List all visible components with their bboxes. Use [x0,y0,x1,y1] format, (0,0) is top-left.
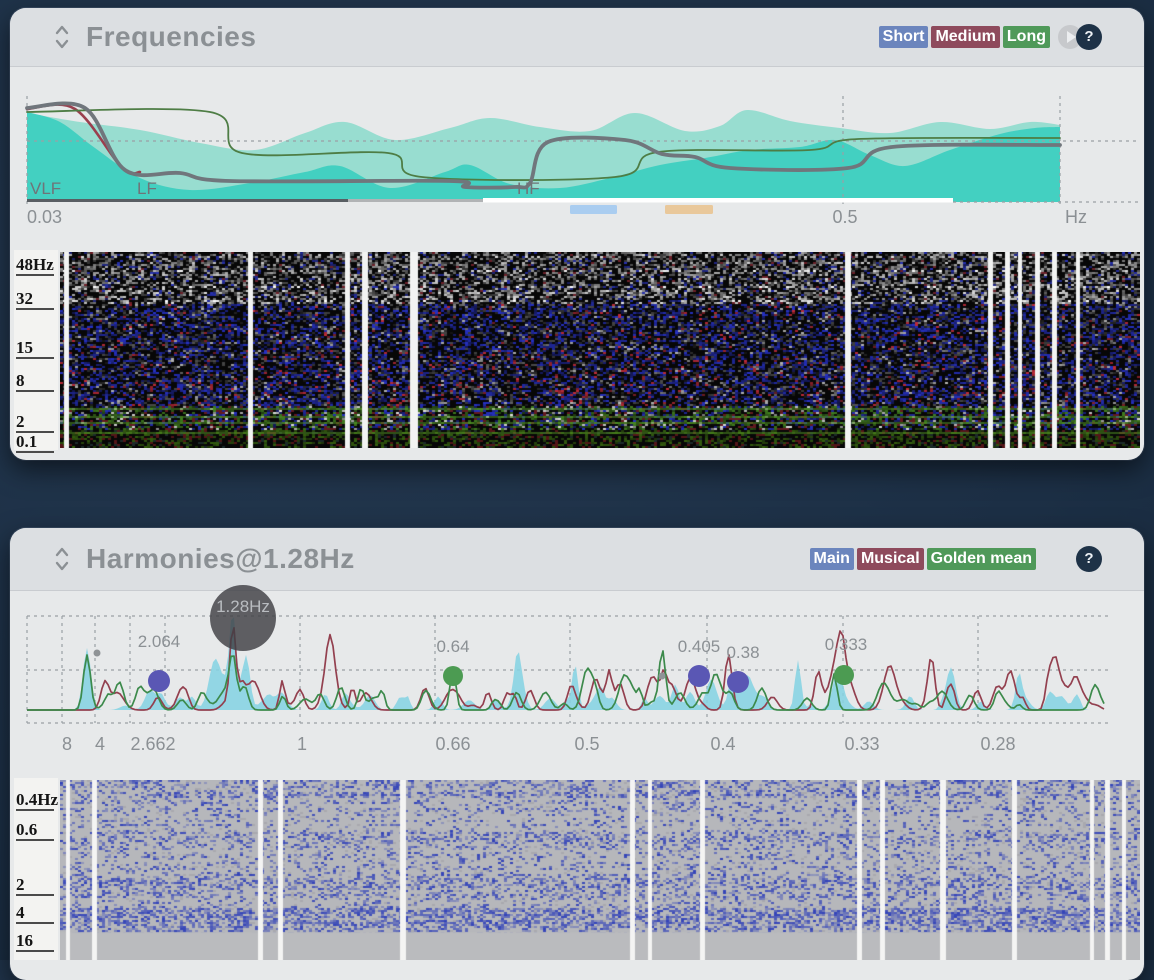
spectrogram-axis-label: 2 [16,412,54,433]
legend-item-short[interactable]: Short [879,26,929,48]
help-button[interactable]: ? [1076,546,1102,572]
legend-item-musical[interactable]: Musical [857,548,924,570]
frequencies-header: Frequencies ShortMediumLong ? [10,8,1144,67]
axis-underline-segment [27,199,348,202]
frequencies-spectrogram [60,252,1140,448]
spectrogram-axis-label: 2 [16,875,54,896]
harmonic-marker-label: 0.64 [436,637,469,656]
frequencies-band-chart[interactable]: VLF LF HF 0.03 0.5 Hz [10,66,1144,240]
harmonic-marker-label: 2.064 [138,632,181,651]
harmonic-marker-main[interactable] [688,665,710,687]
range-marker[interactable] [665,205,713,214]
harmonies-spectrogram [60,780,1140,960]
app-background: { "window": { "background_color": "#1c2f… [0,0,1154,960]
band-label-vlf: VLF [30,179,61,198]
selected-peak-handle[interactable] [210,585,276,651]
legend-item-golden-mean[interactable]: Golden mean [927,548,1036,570]
harmonies-legend: MainMusicalGolden mean [807,548,1037,570]
collapse-icon[interactable] [54,23,70,51]
legend-item-medium[interactable]: Medium [931,26,999,48]
spectrogram-axis-label: 48Hz [16,255,54,276]
harmonic-marker-golden-mean[interactable] [443,666,463,686]
panel-title: Frequencies [86,21,256,53]
spectrogram-axis-label: 15 [16,338,54,359]
harmonic-marker-golden-mean[interactable] [834,665,854,685]
x-tick-label: 8 [62,734,72,754]
spectrogram-axis-label: 0.1 [16,432,54,453]
minor-peak-dot [659,673,666,680]
legend-item-long[interactable]: Long [1003,26,1050,48]
legend-item-main[interactable]: Main [810,548,854,570]
x-tick-label: Hz [1065,207,1087,227]
x-tick-label: 0.5 [832,207,857,227]
help-button[interactable]: ? [1076,24,1102,50]
spectrogram-axis-label: 16 [16,931,54,952]
panel-title: Harmonies@1.28Hz [86,543,355,575]
harmonies-chart[interactable]: 2.064 0.64 0.405 0.38 0.333 1.28Hz 8 4 2.662 1 0.6… [10,580,1144,760]
x-tick-label: 1 [297,734,307,754]
minor-peak-dot [94,650,101,657]
x-tick-label: 0.28 [980,734,1015,754]
spectrogram-axis-label: 4 [16,903,54,924]
band-label-hf: HF [517,179,540,198]
frequencies-legend: ShortMediumLong [876,26,1050,48]
spectrogram-axis-label: 8 [16,371,54,392]
harmonic-marker-main[interactable] [727,671,749,693]
spectrogram-axis-label: 0.6 [16,820,54,841]
harmonic-marker-label: 0.38 [726,643,759,662]
harmonic-marker-label: 0.333 [825,635,868,654]
collapse-icon[interactable] [54,545,70,573]
spectrogram-axis-label: 32 [16,289,54,310]
axis-underline-segment [348,199,483,202]
x-tick-label: 0.03 [27,207,62,227]
x-tick-label: 0.33 [844,734,879,754]
selected-peak-label: 1.28Hz [216,597,270,616]
harmonic-marker-main[interactable] [148,670,170,692]
spectrogram-axis-label: 0.4Hz [16,790,54,811]
harmonic-marker-label: 0.405 [678,637,721,656]
x-tick-label: 2.662 [130,734,175,754]
play-icon [1067,31,1076,43]
up-down-chevrons-icon [54,23,70,51]
band-label-lf: LF [137,179,157,198]
up-down-chevrons-icon [54,545,70,573]
x-tick-label: 4 [95,734,105,754]
x-tick-label: 0.4 [710,734,735,754]
x-tick-label: 0.66 [435,734,470,754]
x-tick-label: 0.5 [574,734,599,754]
range-marker[interactable] [570,205,617,214]
axis-underline-segment [483,198,953,203]
